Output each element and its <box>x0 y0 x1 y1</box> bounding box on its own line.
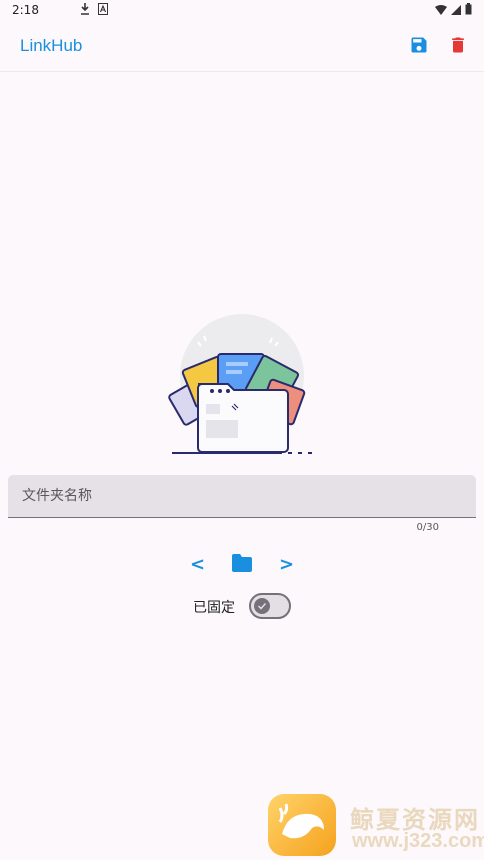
wifi-icon <box>435 4 447 18</box>
save-icon <box>411 37 427 53</box>
delete-button[interactable] <box>448 35 470 57</box>
app-bar: LinkHub <box>0 22 484 72</box>
check-icon <box>257 602 267 610</box>
app-title: LinkHub <box>20 36 83 55</box>
a-icon <box>98 3 108 18</box>
download-icon <box>80 3 90 18</box>
whale-logo-icon <box>268 794 336 856</box>
watermark-url: www.j323.com <box>352 830 484 852</box>
folder-name-input[interactable] <box>22 475 462 516</box>
pin-toggle[interactable] <box>249 593 291 619</box>
toggle-knob <box>254 598 270 614</box>
next-folder-button[interactable]: > <box>279 554 294 575</box>
status-right <box>435 3 472 18</box>
save-button[interactable] <box>409 35 431 57</box>
prev-folder-button[interactable]: < <box>190 554 205 575</box>
watermark: 鲸夏资源网 www.j323.com <box>268 792 484 860</box>
folder-name-field[interactable] <box>8 475 476 518</box>
signal-icon <box>451 4 461 18</box>
status-time: 2:18 <box>12 3 39 17</box>
folder-icon[interactable] <box>231 553 253 573</box>
char-counter: 0/30 <box>416 522 439 533</box>
status-bar: 2:18 <box>0 0 484 22</box>
folder-illustration <box>168 312 316 462</box>
pin-label: 已固定 <box>193 600 235 616</box>
battery-icon <box>465 3 472 18</box>
trash-icon <box>452 37 464 53</box>
